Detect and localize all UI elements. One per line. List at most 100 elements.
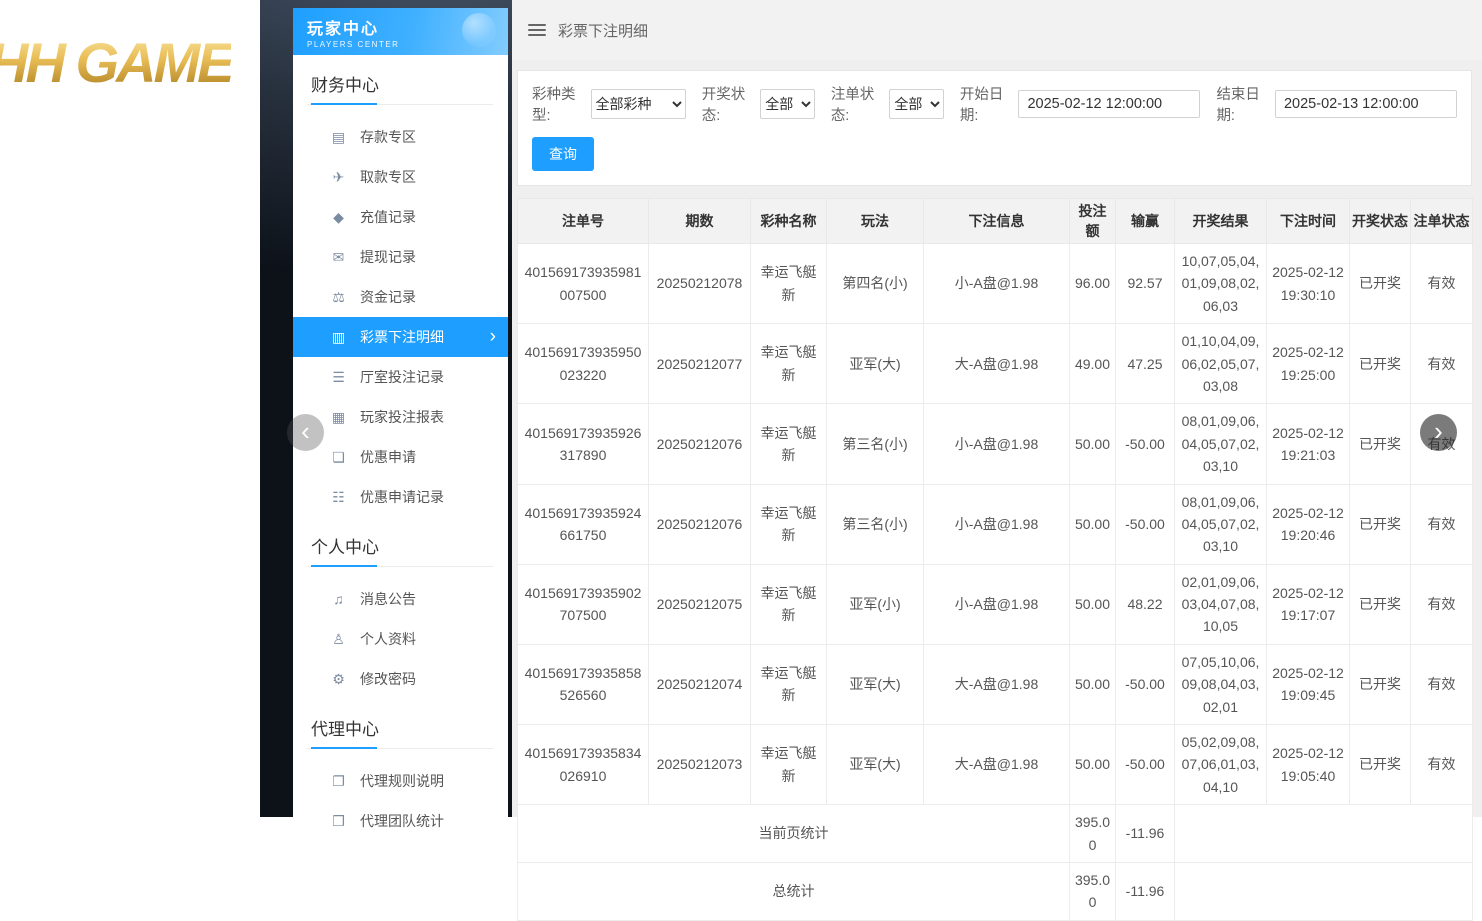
cell-period: 20250212076 [649, 404, 751, 484]
page-title: 彩票下注明细 [558, 20, 648, 41]
cell-lottery-name: 幸运飞艇新 [751, 564, 827, 644]
column-header-lottery-name: 彩种名称 [751, 199, 827, 244]
sidebar-item-label: 充值记录 [360, 207, 416, 227]
cell-play: 第四名(小) [827, 244, 924, 324]
sidebar-item-label: 彩票下注明细 [360, 327, 444, 347]
cell-draw-result: 02,01,09,06,03,04,07,08,10,05 [1175, 564, 1267, 644]
sidebar-item-recharge-record[interactable]: ◆ 充值记录 [293, 197, 508, 237]
cell-play: 亚军(小) [827, 564, 924, 644]
order-status-select[interactable]: 全部 [889, 89, 944, 119]
sidebar-item-hall-bet-record[interactable]: ☰ 厅室投注记录 [293, 357, 508, 397]
summary-win-loss: -11.96 [1116, 862, 1175, 920]
cell-play: 第三名(小) [827, 404, 924, 484]
table-row: 40156917393585852656020250212074幸运飞艇新亚军(… [518, 644, 1473, 724]
cell-win-loss: -50.00 [1116, 484, 1175, 564]
summary-bet-amount: 395.00 [1070, 862, 1116, 920]
chevron-left-icon: ‹ [301, 416, 310, 447]
cell-lottery-name: 幸运飞艇新 [751, 324, 827, 404]
sidebar-item-label: 资金记录 [360, 287, 416, 307]
book-icon: ❒ [330, 813, 347, 830]
sidebar-item-withdrawal-record[interactable]: ✉ 提现记录 [293, 237, 508, 277]
summary-bet-amount: 395.00 [1070, 805, 1116, 863]
cell-bet-info: 小-A盘@1.98 [924, 244, 1070, 324]
sidebar-item-label: 优惠申请 [360, 447, 416, 467]
sidebar-item-promo-apply[interactable]: ❏ 优惠申请 [293, 437, 508, 477]
sidebar-item-agent-rules[interactable]: ❐ 代理规则说明 [293, 761, 508, 801]
cell-order-status: 有效 [1411, 484, 1473, 564]
cell-bet-info: 小-A盘@1.98 [924, 484, 1070, 564]
summary-label: 当前页统计 [518, 805, 1070, 863]
chevron-right-icon: › [1434, 416, 1443, 447]
sidebar-item-deposit[interactable]: ▤ 存款专区 [293, 117, 508, 157]
cell-draw-result: 10,07,05,04,01,09,08,02,06,03 [1175, 244, 1267, 324]
cell-win-loss: 48.22 [1116, 564, 1175, 644]
sidebar-item-label: 取款专区 [360, 167, 416, 187]
menu-toggle-icon[interactable] [528, 24, 546, 36]
cell-bet-info: 大-A盘@1.98 [924, 324, 1070, 404]
search-button[interactable]: 查询 [532, 137, 594, 171]
cell-draw-status: 已开奖 [1350, 725, 1411, 805]
players-center-header: 玩家中心 PLAYERS CENTER [293, 8, 508, 55]
cell-draw-status: 已开奖 [1350, 484, 1411, 564]
sidebar-item-label: 代理规则说明 [360, 771, 444, 791]
sidebar-section-label: 财务中心 [307, 63, 493, 105]
table-row: 40156917393592466175020250212076幸运飞艇新第三名… [518, 484, 1473, 564]
sidebar-item-agent-team-stats[interactable]: ❒ 代理团队统计 [293, 801, 508, 841]
end-date-input[interactable] [1275, 90, 1457, 118]
column-header-period: 期数 [649, 199, 751, 244]
column-header-play: 玩法 [827, 199, 924, 244]
sidebar-item-profile[interactable]: ♙ 个人资料 [293, 619, 508, 659]
logo-panel: HH GAME [0, 0, 260, 817]
sidebar-section-label: 个人中心 [307, 525, 493, 567]
cell-draw-result: 07,05,10,06,09,08,04,03,02,01 [1175, 644, 1267, 724]
cell-order-no: 401569173935950023220 [518, 324, 649, 404]
cell-bet-amount: 50.00 [1070, 484, 1116, 564]
cell-bet-info: 大-A盘@1.98 [924, 725, 1070, 805]
column-header-order-no: 注单号 [518, 199, 649, 244]
bet-table: 注单号期数彩种名称玩法下注信息投注额输赢开奖结果下注时间开奖状态注单状态 401… [517, 198, 1473, 921]
cell-bet-time: 2025-02-12 19:20:46 [1267, 484, 1350, 564]
cell-win-loss: 47.25 [1116, 324, 1175, 404]
sidebar-item-player-bet-report[interactable]: ▦ 玩家投注报表 [293, 397, 508, 437]
sidebar-item-lottery-bet-detail[interactable]: ▥ 彩票下注明细 › [293, 317, 508, 357]
cell-bet-info: 小-A盘@1.98 [924, 564, 1070, 644]
sidebar-item-withdraw[interactable]: ✈ 取款专区 [293, 157, 508, 197]
start-date-input[interactable] [1018, 90, 1200, 118]
sidebar-item-label: 优惠申请记录 [360, 487, 444, 507]
gear-icon: ⚙ [330, 671, 347, 688]
column-header-order-status: 注单状态 [1411, 199, 1473, 244]
sidebar: 玩家中心 PLAYERS CENTER 财务中心 ▤ 存款专区 ✈ 取款专区 ◆… [293, 8, 508, 817]
cell-order-no: 401569173935858526560 [518, 644, 649, 724]
table-row: 40156917393592631789020250212076幸运飞艇新第三名… [518, 404, 1473, 484]
cell-order-status: 有效 [1411, 564, 1473, 644]
cell-bet-amount: 96.00 [1070, 244, 1116, 324]
cell-draw-status: 已开奖 [1350, 324, 1411, 404]
cell-period: 20250212077 [649, 324, 751, 404]
lottery-type-label: 彩种类型: [532, 83, 585, 125]
summary-row: 总统计395.00-11.96 [518, 862, 1473, 920]
column-header-bet-amount: 投注额 [1070, 199, 1116, 244]
summary-label: 总统计 [518, 862, 1070, 920]
cell-period: 20250212076 [649, 484, 751, 564]
column-header-bet-time: 下注时间 [1267, 199, 1350, 244]
lottery-type-select[interactable]: 全部彩种 [591, 89, 686, 119]
start-date-label: 开始日期: [960, 83, 1013, 125]
cell-bet-info: 小-A盘@1.98 [924, 404, 1070, 484]
carousel-next-button[interactable]: › [1420, 414, 1457, 451]
cell-order-status: 有效 [1411, 244, 1473, 324]
table-row: 40156917393598100750020250212078幸运飞艇新第四名… [518, 244, 1473, 324]
sidebar-item-change-password[interactable]: ⚙ 修改密码 [293, 659, 508, 699]
sidebar-item-label: 厅室投注记录 [360, 367, 444, 387]
cell-period: 20250212078 [649, 244, 751, 324]
content: 彩种类型: 全部彩种 开奖状态: 全部 注单状态: 全部 开始日期: 结束日期:… [512, 60, 1482, 921]
carousel-prev-button[interactable]: ‹ [287, 414, 324, 451]
draw-status-label: 开奖状态: [702, 83, 755, 125]
cell-bet-time: 2025-02-12 19:30:10 [1267, 244, 1350, 324]
sidebar-item-notice[interactable]: ♫ 消息公告 [293, 579, 508, 619]
sidebar-item-funds-record[interactable]: ⚖ 资金记录 [293, 277, 508, 317]
cell-order-no: 401569173935834026910 [518, 725, 649, 805]
cell-play: 亚军(大) [827, 644, 924, 724]
column-header-draw-status: 开奖状态 [1350, 199, 1411, 244]
draw-status-select[interactable]: 全部 [760, 89, 815, 119]
sidebar-item-promo-apply-record[interactable]: ☷ 优惠申请记录 [293, 477, 508, 517]
